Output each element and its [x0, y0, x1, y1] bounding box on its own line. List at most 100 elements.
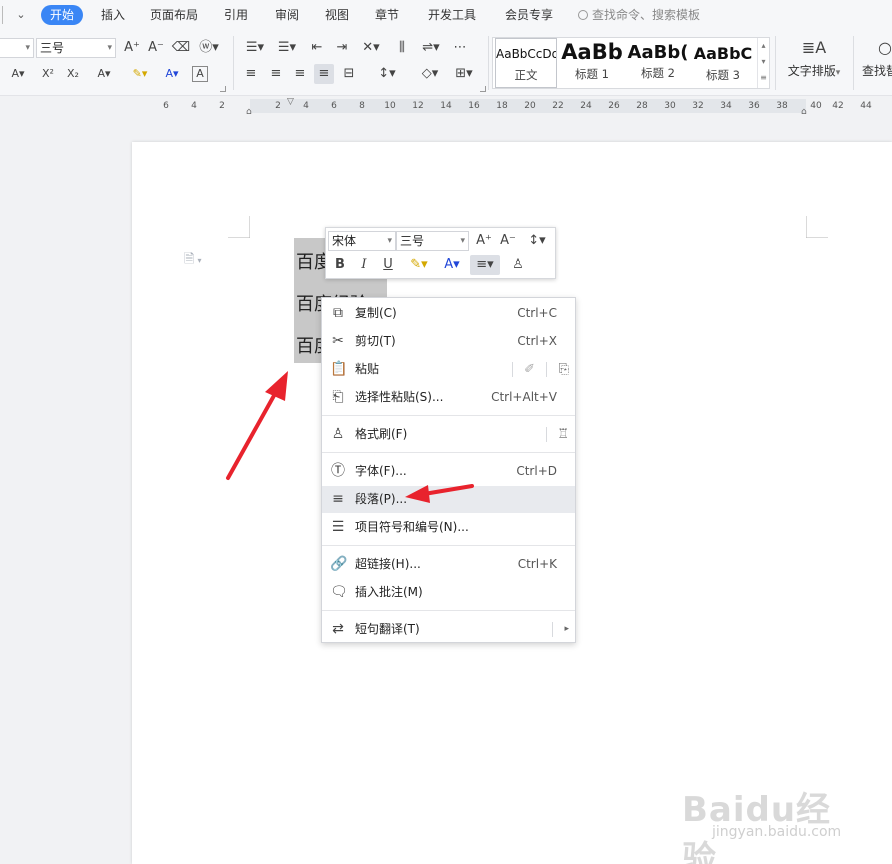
font-dialog-launcher[interactable]: [220, 86, 226, 92]
menu-item-paragraph[interactable]: ≡ 段落(P)...: [322, 486, 575, 513]
first-line-indent-marker-icon[interactable]: ▽: [287, 97, 294, 107]
grow-font-icon[interactable]: A⁺: [122, 38, 142, 58]
paragraph-dialog-launcher[interactable]: [480, 86, 486, 92]
menu-item-cut[interactable]: ✂ 剪切(T) Ctrl+X: [322, 328, 575, 355]
tab-page-layout[interactable]: 页面布局: [150, 5, 198, 25]
text-layout-button[interactable]: ≣A 文字排版▾: [784, 38, 844, 79]
more-styles-icon[interactable]: ≡: [760, 73, 767, 82]
grow-font-icon[interactable]: A⁺: [474, 231, 494, 251]
menu-item-insert-comment[interactable]: 🗨 插入批注(M): [322, 579, 575, 606]
align-center-icon[interactable]: ≡: [266, 64, 286, 84]
clear-format-icon[interactable]: ⌫: [171, 38, 191, 58]
align-left-icon[interactable]: ≡: [241, 64, 261, 84]
font-name-select[interactable]: ▾: [0, 38, 34, 58]
align-right-icon[interactable]: ≡: [290, 64, 310, 84]
paste-keep-format-icon[interactable]: ✐: [524, 356, 535, 383]
right-indent-marker-icon[interactable]: ⌂: [801, 107, 807, 117]
borders-icon[interactable]: ⊞▾: [450, 64, 478, 84]
paste-text-only-icon[interactable]: ⎘: [559, 356, 569, 383]
menu-item-hyperlink[interactable]: 🔗 超链接(H)... Ctrl+K: [322, 551, 575, 578]
mini-font-size-select[interactable]: 三号 ▾: [396, 231, 469, 251]
style-preview: AaBb(: [627, 42, 689, 63]
font-color-icon[interactable]: A▾: [158, 64, 186, 84]
menu-item-label: 短句翻译(T): [355, 622, 420, 636]
tab-references[interactable]: 引用: [224, 5, 248, 25]
chevron-down-icon: ▾: [25, 43, 30, 53]
bullets-icon: ☰: [331, 519, 345, 535]
tab-view[interactable]: 视图: [325, 5, 349, 25]
underline-icon[interactable]: U: [378, 255, 398, 275]
styles-scroll[interactable]: ▴ ▾ ≡: [757, 38, 769, 88]
ruler-number: 24: [580, 101, 592, 111]
menu-item-label: 格式刷(F): [355, 427, 408, 441]
command-search[interactable]: 查找命令、搜索模板: [578, 5, 700, 25]
context-menu: ⧉ 复制(C) Ctrl+C ✂ 剪切(T) Ctrl+X 📋 粘贴 ✐ ⎘ ⎗…: [321, 297, 576, 643]
subscript-icon[interactable]: X₂: [63, 64, 83, 84]
chevron-down-icon[interactable]: ▾: [761, 57, 765, 66]
mini-font-name-select[interactable]: 宋体 ▾: [328, 231, 396, 251]
tab-review[interactable]: 审阅: [275, 5, 299, 25]
toolbar-divider: [488, 36, 489, 90]
line-spacing-icon[interactable]: ↕▾: [372, 64, 402, 84]
menu-item-format-painter[interactable]: ♙ 格式刷(F) ♖: [322, 421, 575, 448]
left-indent-marker-icon[interactable]: ⌂: [246, 107, 252, 117]
style-heading-3[interactable]: AaBbC 标题 3: [691, 38, 755, 88]
tab-start[interactable]: 开始: [41, 5, 84, 25]
bullets-icon[interactable]: ☰▾: [241, 38, 269, 58]
style-heading-2[interactable]: AaBb( 标题 2: [626, 38, 690, 88]
chevron-right-icon[interactable]: ▸: [564, 616, 569, 643]
floating-mini-toolbar: 宋体 ▾ 三号 ▾ A⁺ A⁻ ↕▾ B I U ✎▾ A▾ ≡▾ ♙: [325, 227, 556, 279]
italic-icon[interactable]: I: [354, 255, 374, 275]
tab-member[interactable]: 会员专享: [505, 5, 553, 25]
decrease-indent-icon[interactable]: ⇤: [307, 38, 327, 58]
margin-corner-top-right: [806, 216, 828, 238]
tab-insert[interactable]: 插入: [101, 5, 125, 25]
chevron-down-icon: ▾: [197, 256, 202, 265]
chevron-up-icon[interactable]: ▴: [761, 41, 765, 50]
comment-icon: 🗨: [330, 584, 348, 600]
bold-icon[interactable]: B: [330, 255, 350, 275]
shading-icon[interactable]: ◇▾: [416, 64, 444, 84]
align-justify-icon[interactable]: ≡: [314, 64, 334, 84]
format-painter-lock-icon[interactable]: ♖: [557, 421, 569, 448]
menu-separator: [322, 452, 575, 453]
menu-item-copy[interactable]: ⧉ 复制(C) Ctrl+C: [322, 300, 575, 327]
highlight-color-icon[interactable]: ✎▾: [404, 255, 434, 275]
text-effect-icon[interactable]: A▾: [90, 64, 118, 84]
numbering-icon[interactable]: ☰▾: [273, 38, 301, 58]
tab-chapter[interactable]: 章节: [375, 5, 399, 25]
format-painter-icon[interactable]: ♙: [508, 255, 528, 275]
menu-item-label: 超链接(H)...: [355, 557, 421, 571]
style-name: 标题 3: [706, 68, 740, 82]
menu-item-font[interactable]: Ⓣ 字体(F)... Ctrl+D: [322, 458, 575, 485]
menu-item-translate[interactable]: ⇄ 短句翻译(T) ▸: [322, 616, 575, 643]
style-heading-1[interactable]: AaBb 标题 1: [559, 38, 625, 88]
highlight-color-icon[interactable]: ✎▾: [125, 64, 155, 84]
char-border-icon[interactable]: A: [192, 66, 208, 82]
pinyin-guide-icon[interactable]: ⓦ▾: [196, 38, 222, 58]
menu-item-bullets-numbering[interactable]: ☰ 项目符号和编号(N)...: [322, 514, 575, 541]
increase-indent-icon[interactable]: ⇥: [332, 38, 352, 58]
style-normal[interactable]: AaBbCcDd 正文: [495, 38, 557, 88]
show-marks-icon[interactable]: ⋯: [450, 38, 470, 58]
shrink-font-icon[interactable]: A⁻: [146, 38, 166, 58]
text-direction-icon[interactable]: ⫼: [392, 38, 412, 58]
line-spacing-icon[interactable]: ↕▾: [522, 231, 552, 251]
horizontal-ruler[interactable]: 6 4 2 2 4 6 8 10 12 14 16 18 20 22 24 26…: [0, 97, 892, 117]
sort-icon[interactable]: ⇌▾: [417, 38, 445, 58]
chinese-layout-icon[interactable]: ✕▾: [357, 38, 385, 58]
find-replace-button[interactable]: ○ 查找替: [862, 38, 892, 79]
font-size-select[interactable]: 三号 ▾: [36, 38, 116, 58]
shrink-font-icon[interactable]: A⁻: [498, 231, 518, 251]
paragraph-layout-icon[interactable]: 🗎 ▾: [184, 250, 201, 272]
tab-developer-tools[interactable]: 开发工具: [428, 5, 476, 25]
distributed-align-icon[interactable]: ⊟: [339, 64, 359, 84]
superscript-icon[interactable]: X²: [38, 64, 58, 84]
menu-item-paste-special[interactable]: ⎗ 选择性粘贴(S)... Ctrl+Alt+V: [322, 384, 575, 411]
menu-item-paste[interactable]: 📋 粘贴 ✐ ⎘: [322, 356, 575, 383]
menu-separator: [322, 610, 575, 611]
align-icon[interactable]: ≡▾: [470, 255, 500, 275]
font-color-icon[interactable]: A▾: [438, 255, 466, 275]
quick-access-chevron-icon[interactable]: ⌄: [14, 8, 28, 22]
strikethrough-icon[interactable]: A▾: [4, 64, 32, 84]
